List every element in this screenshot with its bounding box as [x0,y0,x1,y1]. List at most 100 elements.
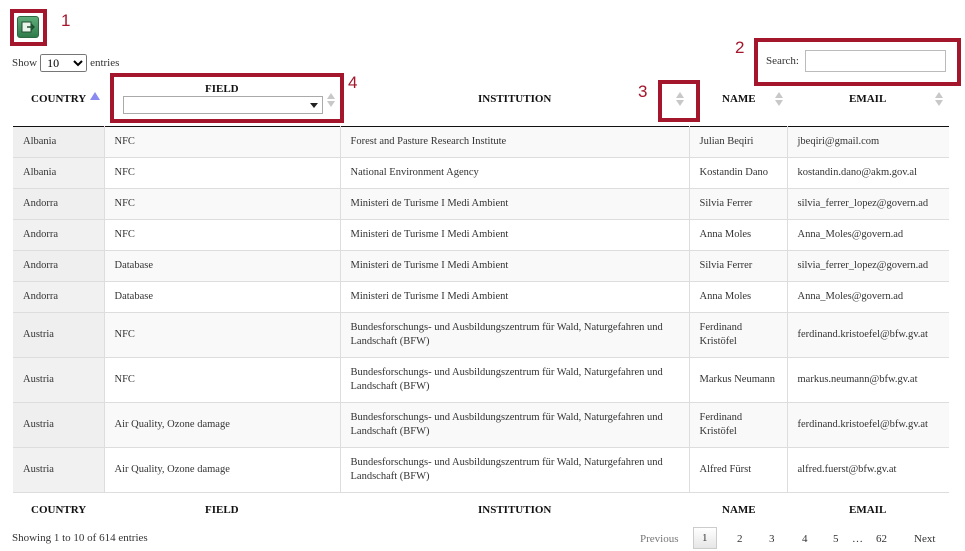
cell-country: Austria [13,402,105,448]
search-control: Search: [766,50,946,72]
page-button[interactable]: 5 [833,533,839,545]
sort-both-icon[interactable] [935,92,943,106]
header-institution[interactable]: INSTITUTION [478,93,551,105]
cell-field: NFC [104,126,341,158]
table-row: Andorra NFC Ministeri de Turisme I Medi Am… [13,188,949,220]
page-button[interactable]: 2 [737,533,743,545]
cell-country: Albania [13,126,105,158]
cell-institution: National Environment Agency [340,157,690,189]
search-input[interactable] [804,50,946,72]
page-button[interactable]: 4 [802,533,808,545]
cell-country: Austria [13,312,105,358]
annotation-marker-3: 3 [638,82,648,101]
cell-country: Andorra [13,281,105,313]
annotation-marker-4: 4 [348,73,358,92]
cell-institution: Forest and Pasture Research Institute [340,126,690,158]
cell-name: Anna Moles [689,281,788,313]
cell-field: NFC [104,157,341,189]
field-filter-select[interactable] [123,96,323,114]
cell-name: Silvia Ferrer [689,188,788,220]
cell-institution: Ministeri de Turisme I Medi Ambient [340,281,690,313]
cell-field: Air Quality, Ozone damage [104,447,341,493]
header-field[interactable]: FIELD [205,83,239,95]
search-label: Search: [766,55,799,67]
export-icon [21,21,35,33]
entries-label: entries [90,57,120,69]
table-row: Andorra NFC Ministeri de Turisme I Medi Am… [13,219,949,251]
cell-institution: Bundesforschungs- und Ausbildungszentrum… [340,312,690,358]
previous-button[interactable]: Previous [640,533,679,545]
cell-country: Andorra [13,219,105,251]
cell-country: Andorra [13,250,105,282]
contacts-table: Albania NFC Forest and Pasture Research In… [13,126,949,493]
dropdown-arrow-icon [310,103,318,108]
cell-name: Alfred Fürst [689,447,788,493]
cell-name: Ferdinand Kristöfel [689,402,788,448]
cell-country: Austria [13,447,105,493]
table-row: Albania NFC Forest and Pasture Research In… [13,126,949,158]
cell-field: NFC [104,219,341,251]
pagination-ellipsis: … [852,533,863,545]
table-row: Austria Air Quality, Ozone damage Bundesfo… [13,447,949,493]
footer-email: EMAIL [849,504,887,516]
cell-name: Anna Moles [689,219,788,251]
table-row: Austria NFC Bundesforschungs- und Ausbildu… [13,312,949,358]
table-row: Austria Air Quality, Ozone damage Bundesfo… [13,402,949,448]
cell-email[interactable]: silvia_ferrer_lopez@govern.ad [787,188,949,220]
header-country[interactable]: COUNTRY [31,93,86,105]
sort-both-icon[interactable] [327,93,335,107]
cell-email[interactable]: kostandin.dano@akm.gov.al [787,157,949,189]
cell-institution: Bundesforschungs- und Ausbildungszentrum… [340,357,690,403]
cell-email[interactable]: markus.neumann@bfw.gv.at [787,357,949,403]
page-button-last[interactable]: 62 [876,533,887,545]
cell-institution: Ministeri de Turisme I Medi Ambient [340,219,690,251]
footer-field: FIELD [205,504,239,516]
cell-field: NFC [104,357,341,403]
header-email[interactable]: EMAIL [849,93,886,105]
table-row: Austria NFC Bundesforschungs- und Ausbildu… [13,357,949,403]
cell-country: Albania [13,157,105,189]
entries-per-page-select[interactable]: 10 [40,54,88,72]
table-row: Andorra Database Ministeri de Turisme I Me… [13,281,949,313]
cell-field: Database [104,250,341,282]
cell-institution: Ministeri de Turisme I Medi Ambient [340,188,690,220]
cell-field: NFC [104,188,341,220]
sort-asc-icon[interactable] [90,92,100,100]
cell-institution: Bundesforschungs- und Ausbildungszentrum… [340,402,690,448]
sort-both-icon[interactable] [676,92,684,106]
header-name[interactable]: NAME [722,93,756,105]
cell-field: Database [104,281,341,313]
cell-institution: Ministeri de Turisme I Medi Ambient [340,250,690,282]
export-button[interactable] [17,16,39,38]
annotation-marker-2: 2 [735,38,745,57]
cell-name: Kostandin Dano [689,157,788,189]
footer-country: COUNTRY [31,504,87,516]
footer-name: NAME [722,504,756,516]
sort-both-icon[interactable] [775,92,783,106]
cell-name: Ferdinand Kristöfel [689,312,788,358]
cell-email[interactable]: Anna_Moles@govern.ad [787,281,949,313]
cell-name: Silvia Ferrer [689,250,788,282]
cell-field: NFC [104,312,341,358]
cell-name: Julian Beqiri [689,126,788,158]
footer-institution: INSTITUTION [478,504,552,516]
cell-email[interactable]: ferdinand.kristoefel@bfw.gv.at [787,312,949,358]
next-button[interactable]: Next [914,533,935,545]
cell-email[interactable]: ferdinand.kristoefel@bfw.gv.at [787,402,949,448]
annotation-marker-1: 1 [61,11,71,30]
table-info: Showing 1 to 10 of 614 entries [12,532,148,544]
cell-email[interactable]: silvia_ferrer_lopez@govern.ad [787,250,949,282]
table-row: Albania NFC National Environment Agency Kos… [13,157,949,189]
cell-institution: Bundesforschungs- und Ausbildungszentrum… [340,447,690,493]
table-row: Andorra Database Ministeri de Turisme I Me… [13,250,949,282]
cell-email[interactable]: alfred.fuerst@bfw.gv.at [787,447,949,493]
page-button[interactable]: 3 [769,533,775,545]
cell-name: Markus Neumann [689,357,788,403]
cell-country: Austria [13,357,105,403]
cell-country: Andorra [13,188,105,220]
show-label: Show [12,57,38,69]
page-button-current[interactable]: 1 [693,527,717,549]
cell-email[interactable]: jbeqiri@gmail.com [787,126,949,158]
cell-email[interactable]: Anna_Moles@govern.ad [787,219,949,251]
length-control: Show 10 entries [12,54,119,72]
